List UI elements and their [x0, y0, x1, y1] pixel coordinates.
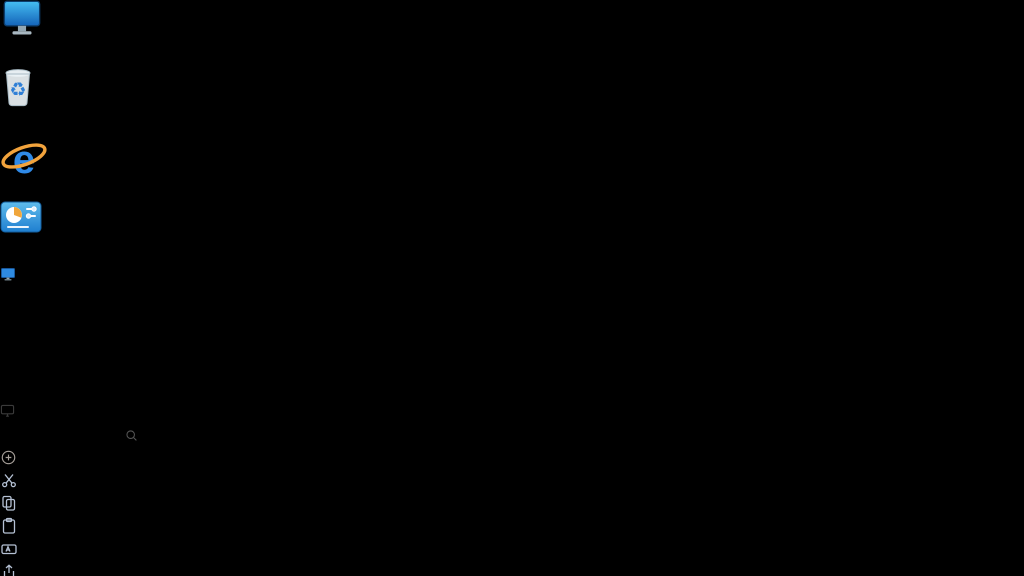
wallpaper-golden-grass: [0, 0, 1024, 576]
desktop-screen: 此电脑 ♻ 回收站 e Internet Explorer: [0, 0, 1024, 576]
